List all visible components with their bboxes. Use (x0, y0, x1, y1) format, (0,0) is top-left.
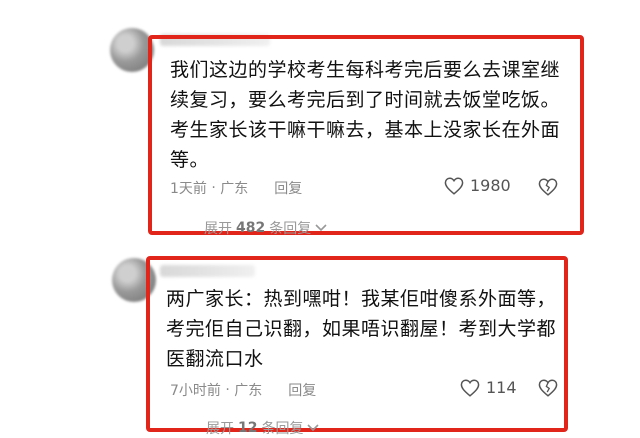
comment-text-line: 考生家长该干嘛干嘛去，基本上没家长在外面 (170, 119, 561, 141)
chevron-down-icon (307, 424, 320, 432)
reply-count: 12 (238, 420, 258, 436)
like-count: 1980 (470, 176, 511, 195)
comment-location: 广东 (220, 181, 249, 197)
meta-separator: · (220, 382, 235, 398)
like-button[interactable]: 1980 (444, 176, 511, 195)
expand-replies-link[interactable]: 展开 12 条回复 (206, 418, 320, 438)
like-count: 114 (486, 378, 517, 397)
broken-heart-icon[interactable] (538, 379, 558, 397)
broken-heart-icon[interactable] (538, 178, 558, 196)
comment-text-line: 考完佢自己识翻，如果唔识翻屋！考到大学都 (166, 318, 557, 340)
comment-text: 两广家长：热到嘿咁！我某佢咁傻系外面等， 考完佢自己识翻，如果唔识翻屋！考到大学… (166, 284, 556, 374)
reply-count: 482 (236, 220, 266, 236)
comment-text: 我们这边的学校考生每科考完后要么去课室继 续复习，要么考完后到了时间就去饭堂吃饭… (170, 55, 560, 175)
heart-icon (444, 176, 464, 195)
comment-meta: 7小时前 · 广东 回复 (170, 380, 316, 400)
comment-meta: 1天前 · 广东 回复 (170, 178, 302, 198)
comment-text-line: 我们这边的学校考生每科考完后要么去课室继 (170, 59, 561, 81)
chevron-down-icon (315, 224, 327, 232)
comment-time: 1天前 (170, 181, 207, 197)
heart-icon (460, 378, 480, 397)
expand-replies-link[interactable]: 展开 482 条回复 (204, 218, 327, 238)
expand-suffix: 条回复 (261, 421, 304, 437)
comment-text-line: 续复习，要么考完后到了时间就去饭堂吃饭。 (170, 89, 561, 111)
comment-text-line: 医翻流口水 (166, 348, 264, 370)
comment-location: 广东 (234, 383, 263, 399)
comment-text-line: 等。 (170, 149, 210, 171)
expand-label: 展开 (204, 221, 232, 237)
comment-time: 7小时前 (170, 383, 221, 399)
comment-text-line: 两广家长：热到嘿咁！我某佢咁傻系外面等， (166, 288, 557, 310)
reply-button[interactable]: 回复 (274, 178, 302, 198)
reply-button[interactable]: 回复 (288, 380, 316, 400)
expand-suffix: 条回复 (269, 221, 312, 237)
like-button[interactable]: 114 (460, 378, 517, 397)
expand-label: 展开 (206, 421, 234, 437)
meta-separator: · (206, 180, 221, 196)
